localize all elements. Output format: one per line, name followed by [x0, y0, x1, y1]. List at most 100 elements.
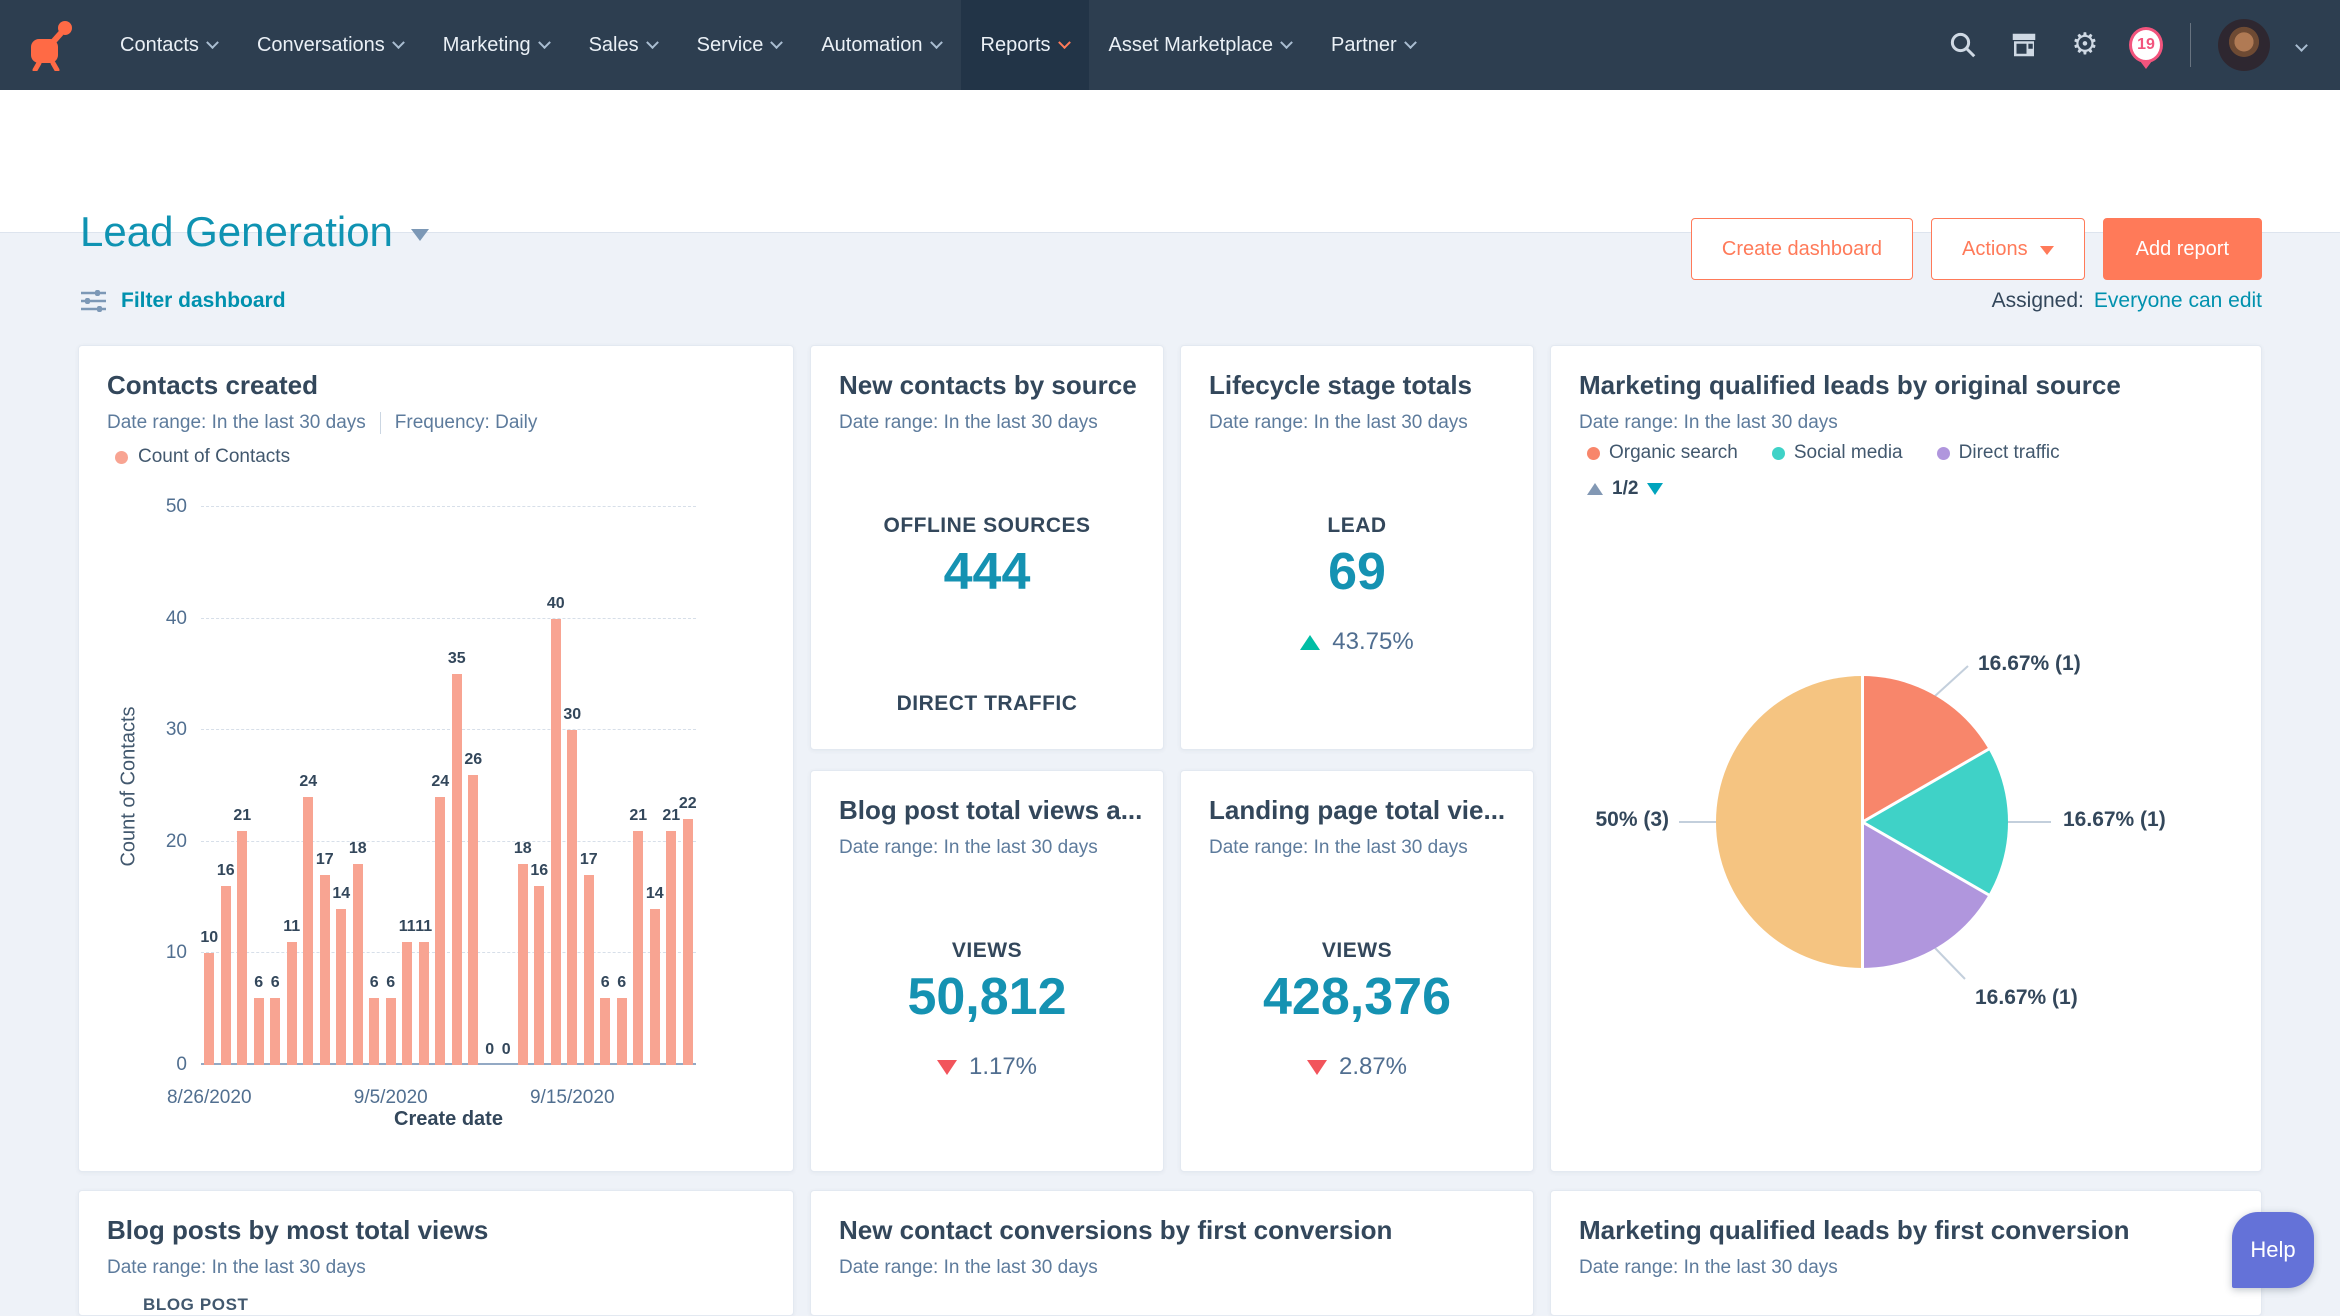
page-down-icon[interactable] — [1647, 483, 1663, 495]
bar[interactable] — [551, 619, 561, 1065]
chevron-down-icon — [206, 36, 219, 49]
bar[interactable] — [287, 942, 297, 1065]
bar[interactable] — [237, 831, 247, 1065]
date-range: Date range: In the last 30 days — [1579, 1257, 1838, 1279]
date-range: Date range: In the last 30 days — [107, 1257, 366, 1279]
settings-icon[interactable]: ⚙ — [2068, 28, 2102, 62]
nav-item-service[interactable]: Service — [677, 0, 802, 90]
account-caret-icon[interactable] — [2295, 39, 2308, 52]
report-title[interactable]: Blog posts by most total views — [107, 1215, 488, 1246]
nav-item-label: Service — [697, 34, 764, 57]
pie-slice-separator — [1861, 821, 1989, 897]
card-new-contacts-by-source: New contacts by source Date range: In th… — [810, 345, 1164, 750]
bar[interactable] — [452, 674, 462, 1065]
pie-chart[interactable] — [1716, 676, 2008, 968]
everyone-can-edit-link[interactable]: Everyone can edit — [2094, 289, 2262, 313]
help-button[interactable]: Help — [2232, 1212, 2314, 1288]
delta-value: 43.75% — [1332, 628, 1413, 656]
x-tick-label: 9/5/2020 — [326, 1087, 456, 1109]
notifications-icon[interactable]: 19 — [2129, 28, 2163, 62]
bar[interactable] — [650, 909, 660, 1065]
bar[interactable] — [303, 797, 313, 1065]
page-up-icon[interactable] — [1587, 483, 1603, 495]
y-tick-label: 50 — [127, 496, 187, 518]
nav-item-label: Marketing — [443, 34, 531, 57]
date-range: Date range: In the last 30 days — [1579, 412, 1838, 434]
dashboard-title-dropdown[interactable]: Lead Generation — [80, 208, 429, 256]
legend-item-organic-search[interactable]: Organic search — [1587, 442, 1738, 464]
bar[interactable] — [254, 998, 264, 1065]
bar[interactable] — [617, 998, 627, 1065]
bar[interactable] — [633, 831, 643, 1065]
report-title[interactable]: Lifecycle stage totals — [1209, 370, 1472, 401]
nav-item-asset-marketplace[interactable]: Asset Marketplace — [1089, 0, 1312, 90]
bar[interactable] — [666, 831, 676, 1065]
report-title[interactable]: Landing page total vie... — [1209, 795, 1505, 826]
actions-button[interactable]: Actions — [1931, 218, 2085, 280]
bar[interactable] — [584, 875, 594, 1065]
bar-value-label: 30 — [550, 706, 594, 724]
chart-legend[interactable]: Count of Contacts — [115, 446, 290, 468]
report-title[interactable]: Marketing qualified leads by original so… — [1579, 370, 2121, 401]
y-tick-label: 40 — [127, 608, 187, 630]
report-title[interactable]: Marketing qualified leads by first conve… — [1579, 1215, 2129, 1246]
x-tick-label: 8/26/2020 — [144, 1087, 274, 1109]
create-dashboard-button[interactable]: Create dashboard — [1691, 218, 1913, 280]
report-title[interactable]: New contact conversions by first convers… — [839, 1215, 1392, 1246]
bar[interactable] — [270, 998, 280, 1065]
y-tick-label: 30 — [127, 719, 187, 741]
y-tick-label: 20 — [127, 831, 187, 853]
marketplace-icon[interactable] — [2007, 28, 2041, 62]
bar[interactable] — [369, 998, 379, 1065]
nav-item-label: Conversations — [257, 34, 385, 57]
nav-item-conversations[interactable]: Conversations — [237, 0, 423, 90]
gridline — [201, 841, 696, 842]
nav-item-reports[interactable]: Reports — [961, 0, 1089, 90]
bar[interactable] — [600, 998, 610, 1065]
nav-item-partner[interactable]: Partner — [1311, 0, 1435, 90]
user-avatar[interactable] — [2218, 19, 2270, 71]
bar[interactable] — [567, 730, 577, 1065]
divider — [380, 412, 381, 434]
legend-dot-icon — [1587, 447, 1600, 460]
report-title[interactable]: New contacts by source — [839, 370, 1137, 401]
bar[interactable] — [435, 797, 445, 1065]
bar[interactable] — [534, 886, 544, 1065]
bar[interactable] — [221, 886, 231, 1065]
bar[interactable] — [402, 942, 412, 1065]
card-contact-conversions: New contact conversions by first convers… — [810, 1190, 1534, 1316]
frequency: Frequency: Daily — [395, 412, 538, 434]
add-report-button[interactable]: Add report — [2103, 218, 2262, 280]
bar[interactable] — [336, 909, 346, 1065]
filter-dashboard-link[interactable]: Filter dashboard — [80, 289, 286, 313]
bar[interactable] — [320, 875, 330, 1065]
pie-slice-label: 16.67% (1) — [1978, 652, 2081, 676]
legend-item-direct-traffic[interactable]: Direct traffic — [1937, 442, 2060, 464]
bar-value-label: 17 — [567, 851, 611, 869]
metric-value: 444 — [811, 542, 1163, 602]
table-column-header: BLOG POST — [143, 1295, 249, 1315]
bar-value-label: 35 — [435, 650, 479, 668]
hubspot-logo[interactable] — [0, 0, 100, 90]
bar[interactable] — [419, 942, 429, 1065]
nav-item-sales[interactable]: Sales — [569, 0, 677, 90]
page-title: Lead Generation — [80, 208, 393, 256]
bar[interactable] — [518, 864, 528, 1065]
nav-item-contacts[interactable]: Contacts — [100, 0, 237, 90]
report-title[interactable]: Contacts created — [107, 370, 318, 401]
bar[interactable] — [204, 953, 214, 1065]
bar[interactable] — [353, 864, 363, 1065]
bar[interactable] — [386, 998, 396, 1065]
nav-item-marketing[interactable]: Marketing — [423, 0, 569, 90]
report-title[interactable]: Blog post total views a... — [839, 795, 1142, 826]
nav-item-label: Reports — [981, 34, 1051, 57]
pie-legend: Organic search Social media Direct traffic — [1587, 442, 2060, 464]
pie-slice-label: 16.67% (1) — [2063, 808, 2166, 832]
delta-value: 1.17% — [969, 1053, 1037, 1081]
bar[interactable] — [683, 819, 693, 1065]
bar[interactable] — [468, 775, 478, 1065]
legend-item-social-media[interactable]: Social media — [1772, 442, 1903, 464]
nav-item-automation[interactable]: Automation — [801, 0, 960, 90]
chevron-down-icon — [646, 36, 659, 49]
search-icon[interactable] — [1946, 28, 1980, 62]
